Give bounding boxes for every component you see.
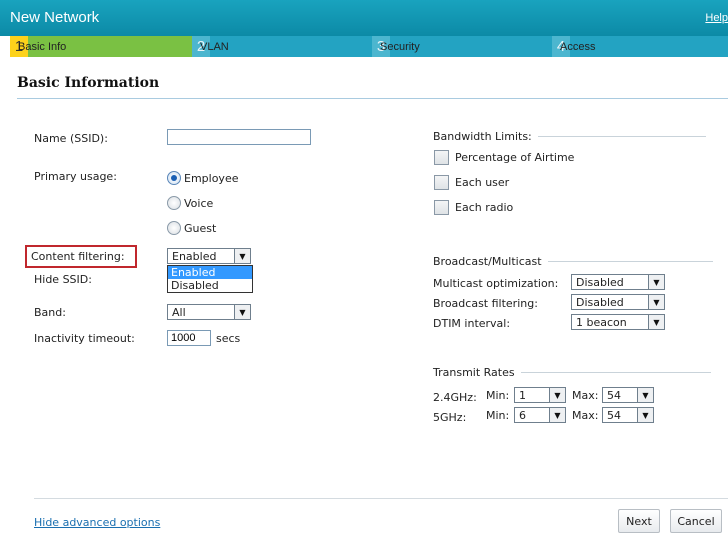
broadcast-filtering-label: Broadcast filtering: [433,297,538,310]
transmit-rates-header: Transmit Rates [433,366,711,379]
rate-min-label: Min: [486,409,510,422]
select-value: All [172,305,186,319]
chevron-down-icon[interactable]: ▼ [648,315,664,329]
step-vlan[interactable]: 2 VLAN [192,36,372,57]
wizard-steps: 1 Basic Info 2 VLAN 3 Security 4 Access [10,36,728,57]
multicast-optimization-select[interactable]: Disabled ▼ [571,274,665,290]
dropdown-option-enabled[interactable]: Enabled [168,266,252,279]
radio-employee[interactable]: Employee [167,171,238,185]
select-value: 1 [519,388,526,402]
group-divider [547,261,713,262]
transmit-rates-title: Transmit Rates [433,366,515,379]
inactivity-unit: secs [216,332,241,345]
bandwidth-limits-header: Bandwidth Limits: [433,130,706,143]
cancel-button[interactable]: Cancel [670,509,722,533]
next-button[interactable]: Next [618,509,660,533]
radio-selected-icon [167,171,181,185]
content-filtering-select[interactable]: Enabled ▼ [167,248,251,264]
multicast-optimization-label: Multicast optimization: [433,277,559,290]
select-value: 54 [607,388,621,402]
radio-guest[interactable]: Guest [167,221,216,235]
rate-max-label: Max: [572,389,599,402]
bandwidth-limits-title: Bandwidth Limits: [433,130,532,143]
dtim-interval-select[interactable]: 1 beacon ▼ [571,314,665,330]
chevron-down-icon[interactable]: ▼ [637,408,653,422]
chevron-down-icon[interactable]: ▼ [637,388,653,402]
content-filtering-dropdown[interactable]: Enabled Disabled [167,265,253,293]
title-bar: New Network Help [0,0,728,36]
inactivity-timeout-label: Inactivity timeout: [34,332,135,345]
band-select[interactable]: All ▼ [167,304,251,320]
section-divider [17,98,728,99]
rate-24-max-select[interactable]: 54 ▼ [602,387,654,403]
select-value: 6 [519,408,526,422]
select-value: Disabled [576,295,624,309]
step-label: VLAN [200,40,229,53]
checkbox-label: Each user [455,176,510,189]
radio-label: Voice [184,196,214,210]
section-title: Basic Information [17,75,160,91]
checkbox-each-user[interactable]: Each user [434,175,509,190]
checkbox-icon [434,175,449,190]
footer-divider [34,498,728,499]
rate-5-min-select[interactable]: 6 ▼ [514,407,566,423]
dtim-interval-label: DTIM interval: [433,317,511,330]
rate-band-label: 2.4GHz: [433,391,477,404]
checkbox-label: Each radio [455,201,514,214]
broadcast-multicast-title: Broadcast/Multicast [433,255,542,268]
window-title: New Network [10,9,100,26]
radio-voice[interactable]: Voice [167,196,213,210]
select-value: 54 [607,408,621,422]
ssid-input[interactable] [167,129,311,145]
step-label: Access [560,40,596,53]
rate-max-label: Max: [572,409,599,422]
rate-5-max-select[interactable]: 54 ▼ [602,407,654,423]
step-label: Security [380,40,420,53]
step-access[interactable]: 4 Access [552,36,728,57]
radio-label: Employee [184,171,239,185]
help-link[interactable]: Help [705,12,728,24]
chevron-down-icon[interactable]: ▼ [549,408,565,422]
select-value: Disabled [576,275,624,289]
group-divider [537,136,706,137]
chevron-down-icon[interactable]: ▼ [234,305,250,319]
broadcast-filtering-select[interactable]: Disabled ▼ [571,294,665,310]
primary-usage-label: Primary usage: [34,170,117,183]
broadcast-multicast-header: Broadcast/Multicast [433,255,713,268]
name-label: Name (SSID): [34,132,108,145]
step-security[interactable]: 3 Security [372,36,552,57]
select-value: 1 beacon [576,315,627,329]
step-basic-info[interactable]: 1 Basic Info [10,36,192,57]
select-value: Enabled [172,249,217,263]
checkbox-each-radio[interactable]: Each radio [434,200,513,215]
inactivity-timeout-input[interactable] [167,330,211,346]
dropdown-option-disabled[interactable]: Disabled [168,279,252,292]
checkbox-label: Percentage of Airtime [455,151,575,164]
radio-unselected-icon [167,196,181,210]
hide-advanced-options-link[interactable]: Hide advanced options [34,516,160,529]
checkbox-icon [434,150,449,165]
step-label: Basic Info [18,40,67,53]
chevron-down-icon[interactable]: ▼ [648,275,664,289]
band-label: Band: [34,306,66,319]
checkbox-percentage-airtime[interactable]: Percentage of Airtime [434,150,574,165]
chevron-down-icon[interactable]: ▼ [648,295,664,309]
radio-label: Guest [184,221,217,235]
content-filtering-label: Content filtering: [31,250,125,263]
checkbox-icon [434,200,449,215]
rate-24-min-select[interactable]: 1 ▼ [514,387,566,403]
rate-min-label: Min: [486,389,510,402]
chevron-down-icon[interactable]: ▼ [549,388,565,402]
group-divider [520,372,711,373]
rate-band-label: 5GHz: [433,411,467,424]
hide-ssid-label: Hide SSID: [34,273,92,286]
radio-unselected-icon [167,221,181,235]
chevron-down-icon[interactable]: ▼ [234,249,250,263]
